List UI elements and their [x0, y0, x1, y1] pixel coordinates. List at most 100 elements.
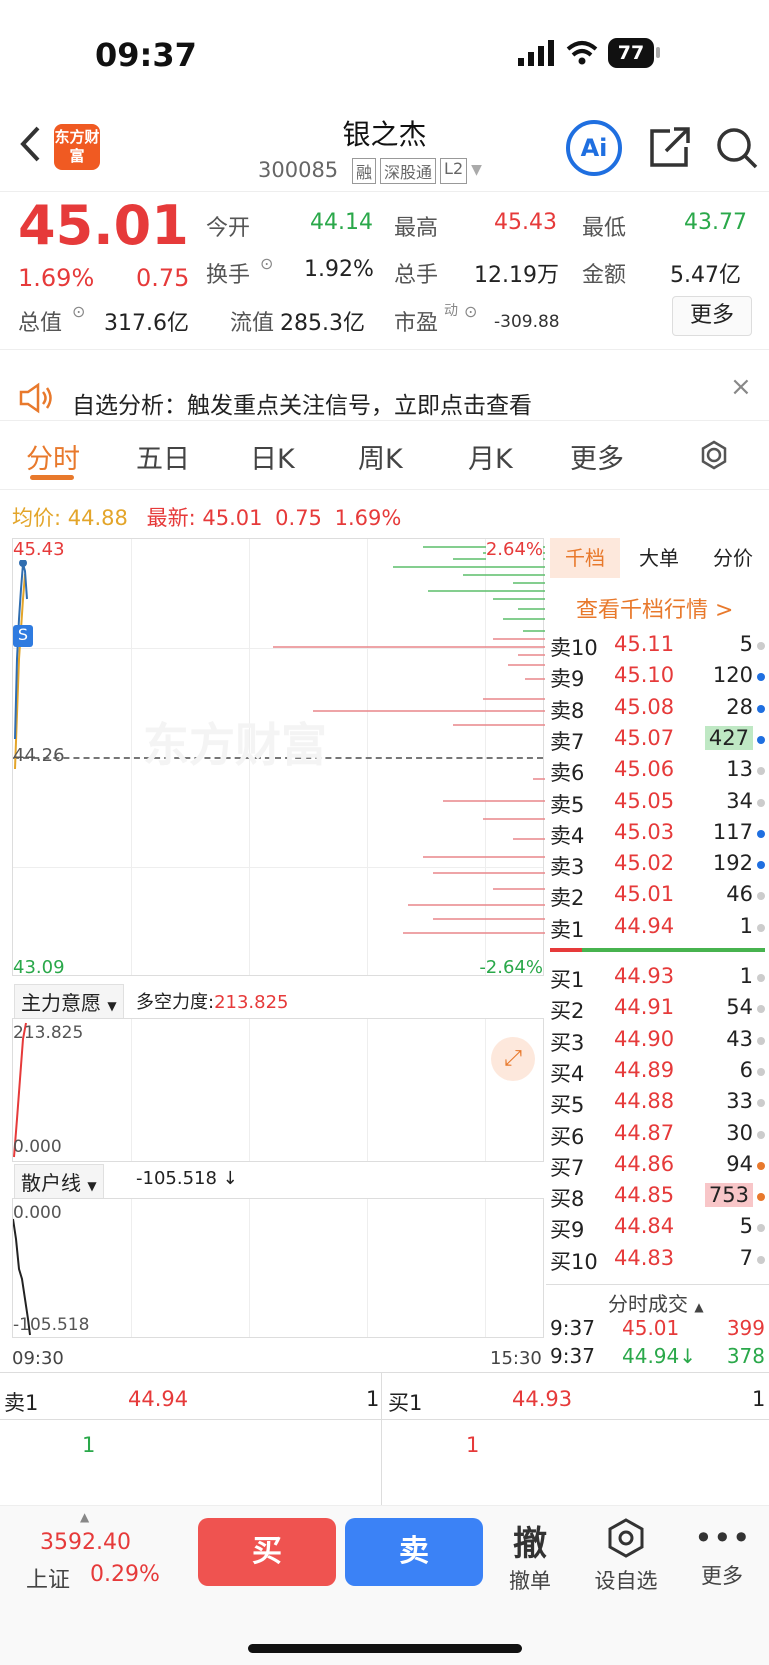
indicator1-select[interactable]: 主力意愿 ▼	[14, 984, 124, 1019]
close-icon[interactable]: ×	[730, 372, 752, 402]
y-max-label: 45.43	[13, 539, 65, 560]
indicator1-bottom: 0.000	[13, 1137, 62, 1157]
bid-row[interactable]: 买2 44.91 54	[550, 993, 765, 1024]
status-bar: 09:37 77	[0, 0, 769, 110]
signal-marker[interactable]: S	[13, 625, 33, 647]
notice-text[interactable]: 自选分析：触发重点关注信号，立即点击查看	[72, 386, 532, 420]
ask-row[interactable]: 卖3 45.02 192	[550, 849, 765, 880]
tab-5day[interactable]: 五日	[136, 437, 190, 476]
bid-row[interactable]: 买10 44.83 7	[550, 1244, 765, 1275]
indicator1-chart[interactable]: 213.825 0.000 ⤢	[12, 1018, 544, 1162]
tab-price-dist[interactable]: 分价	[698, 538, 768, 578]
bid-row[interactable]: 买1 44.93 1	[550, 962, 765, 993]
level-label: 买6	[550, 1124, 585, 1149]
indicator1-label: 多空力度:213.825	[136, 992, 289, 1013]
level-qty: 33	[726, 1089, 753, 1114]
tab-monthly[interactable]: 月K	[468, 437, 513, 476]
cancel-label: 撤单	[509, 1569, 551, 1593]
info-icon[interactable]: ⊙	[464, 302, 477, 321]
more-menu-button[interactable]: ••• 更多	[694, 1516, 751, 1590]
level-dot	[757, 1255, 765, 1264]
level-price: 44.91	[614, 995, 675, 1020]
level-dot	[757, 735, 765, 744]
last-change: 0.75	[275, 506, 322, 530]
last-value: 45.01	[202, 506, 263, 530]
ai-icon[interactable]: Ai	[566, 120, 622, 176]
level-label: 买2	[550, 999, 585, 1024]
bid-row[interactable]: 买9 44.84 5	[550, 1212, 765, 1243]
tab-more[interactable]: 更多	[570, 437, 624, 476]
depth-link[interactable]: 查看千档行情 >	[576, 592, 733, 624]
sell-button[interactable]: 卖	[345, 1518, 483, 1586]
l1-bid-qty: 1	[752, 1387, 766, 1411]
level-price: 44.88	[614, 1089, 675, 1114]
bottom-bar: ▲ 3592.40 上证 0.29% 买 卖 撤 撤单 设自选 ••• 更多	[0, 1505, 769, 1665]
amount-label: 金额	[582, 263, 627, 288]
indicator2-chart[interactable]: 0.000 -105.518	[12, 1198, 544, 1338]
indicator1-header: 主力意愿 ▼ 多空力度:213.825	[12, 982, 544, 1019]
level-dot	[757, 704, 765, 713]
level-price: 45.08	[614, 694, 675, 719]
l1-ask-label: 卖1	[4, 1391, 39, 1415]
level-label: 卖7	[550, 729, 585, 754]
bid-row[interactable]: 买4 44.89 6	[550, 1056, 765, 1087]
bid-row[interactable]: 买6 44.87 30	[550, 1119, 765, 1150]
indicator2-bottom: -105.518	[13, 1315, 90, 1335]
wifi-icon	[566, 41, 598, 65]
ask-row[interactable]: 卖6 45.06 13	[550, 755, 765, 786]
ask-row[interactable]: 卖9 45.10 120	[550, 661, 765, 692]
level-dot	[757, 798, 765, 807]
level-price: 45.03	[614, 819, 675, 844]
level-label: 买1	[550, 968, 585, 992]
gear-icon[interactable]	[696, 437, 732, 473]
index-pct[interactable]: 0.29%	[90, 1562, 160, 1587]
ask-row[interactable]: 卖8 45.08 28	[550, 693, 765, 724]
turnover-label: 换手	[206, 263, 251, 288]
ask-row[interactable]: 卖7 45.07 427	[550, 724, 765, 755]
clock: 09:37	[95, 36, 197, 74]
info-icon[interactable]: ⊙	[260, 254, 273, 273]
level-dot	[757, 861, 765, 870]
tab-daily[interactable]: 日K	[250, 437, 295, 476]
ask-row[interactable]: 卖4 45.03 117	[550, 818, 765, 849]
index-value[interactable]: 3592.40	[40, 1530, 131, 1555]
chevron-down-icon[interactable]: ▼	[471, 158, 482, 184]
trades-title[interactable]: 分时成交 ▲	[608, 1288, 704, 1317]
buy-button[interactable]: 买	[198, 1518, 336, 1586]
intraday-chart[interactable]: 东方财富 45.43 44.26 43.09 2.64% -2.64% S	[12, 538, 545, 978]
level-label: 卖9	[550, 667, 585, 692]
search-icon[interactable]	[714, 125, 760, 171]
indicator2-select[interactable]: 散户线 ▼	[14, 1164, 104, 1199]
level-dot	[757, 1161, 765, 1170]
level-qty: 753	[704, 1183, 753, 1208]
level-label: 买10	[550, 1249, 598, 1274]
level-price: 44.84	[614, 1214, 675, 1239]
tab-weekly[interactable]: 周K	[358, 437, 403, 476]
level-qty: 13	[726, 757, 753, 782]
ask-row[interactable]: 卖10 45.11 5	[550, 630, 765, 661]
tab-depth[interactable]: 千档	[550, 538, 620, 578]
tab-intraday[interactable]: 分时	[26, 437, 80, 476]
bid-row[interactable]: 买7 44.86 94	[550, 1150, 765, 1181]
level-label: 卖6	[550, 761, 585, 786]
add-favorite-button[interactable]: 设自选	[586, 1516, 666, 1595]
bid-row[interactable]: 买3 44.90 43	[550, 1025, 765, 1056]
battery-icon: 77	[608, 38, 654, 68]
cancel-button[interactable]: 撤 撤单	[506, 1516, 554, 1595]
tab-bigorder[interactable]: 大单	[624, 538, 694, 578]
mcap-label: 总值	[18, 311, 63, 336]
ask-row[interactable]: 卖1 44.94 1	[550, 912, 765, 943]
ask-row[interactable]: 卖2 45.01 46	[550, 880, 765, 911]
indicator2-value: -105.518 ↓	[136, 1168, 238, 1189]
index-name[interactable]: 上证	[26, 1562, 70, 1594]
bid-row[interactable]: 买8 44.85 753	[550, 1181, 765, 1212]
expand-icon[interactable]: ⤢	[491, 1037, 535, 1081]
bid-row[interactable]: 买5 44.88 33	[550, 1087, 765, 1118]
level-price: 44.87	[614, 1120, 675, 1145]
share-icon[interactable]	[648, 125, 692, 169]
ask-row[interactable]: 卖5 45.05 34	[550, 787, 765, 818]
level-price: 45.02	[614, 851, 675, 876]
info-icon[interactable]: ⊙	[72, 302, 85, 321]
more-button[interactable]: 更多	[672, 296, 752, 336]
caret-up-icon[interactable]: ▲	[80, 1510, 89, 1524]
